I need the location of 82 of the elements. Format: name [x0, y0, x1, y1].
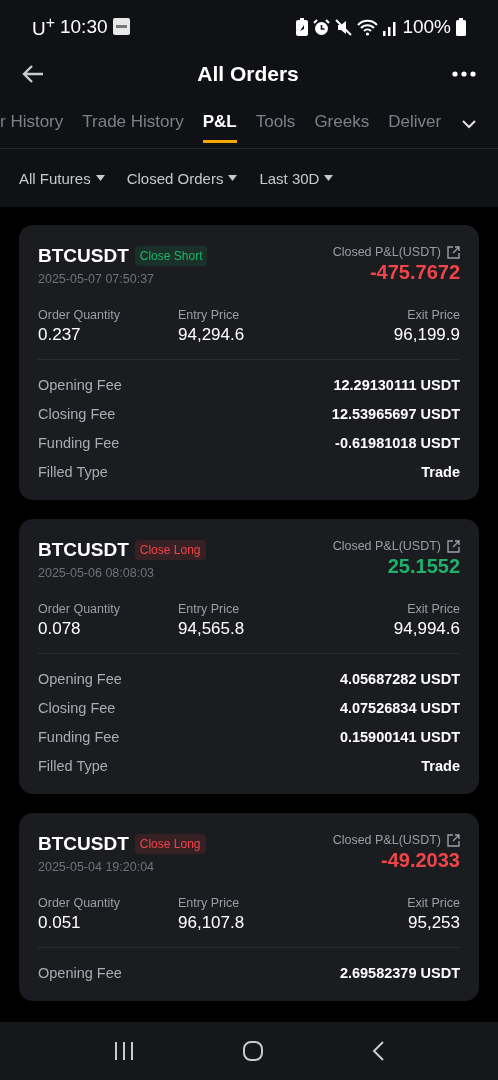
fee-label: Opening Fee: [38, 964, 122, 981]
share-icon[interactable]: [447, 245, 460, 259]
fee-label: Closing Fee: [38, 699, 116, 716]
stat-value: 94,294.6: [178, 325, 245, 345]
pnl-label: Closed P&L(USDT): [332, 245, 441, 259]
fee-label: Funding Fee: [38, 434, 120, 451]
carrier-label: U$^{+}$: [32, 13, 55, 41]
order-time: 2025-05-04 19:20:04: [38, 860, 155, 874]
expand-tabs-button[interactable]: [462, 120, 476, 129]
stat-value: 0.237: [38, 325, 81, 345]
stat-label: Entry Price: [178, 896, 240, 910]
pnl-label: Closed P&L(USDT): [332, 833, 441, 847]
fee-label: Closing Fee: [38, 405, 116, 422]
side-tag: Close Long: [134, 540, 206, 560]
fee-label: Filled Type: [38, 463, 108, 480]
back-nav-button[interactable]: [371, 1041, 384, 1061]
tab[interactable]: P&L: [202, 106, 237, 143]
stat-label: Order Quantity: [38, 308, 120, 322]
fee-label: Filled Type: [38, 757, 108, 774]
filter-dropdown[interactable]: All Futures: [19, 169, 105, 187]
pnl-value: -49.2033: [381, 849, 460, 872]
recent-apps-button[interactable]: [114, 1042, 135, 1060]
fee-value: 4.07526834 USDT: [339, 699, 460, 716]
stat-value: 94,565.8: [178, 619, 245, 639]
stat-value: 94,994.6: [393, 619, 460, 639]
fee-value: 12.29130111 USDT: [333, 376, 460, 393]
battery-saver-icon: [296, 18, 309, 36]
fee-label: Funding Fee: [38, 728, 120, 745]
symbol: BTCUSDT: [38, 833, 129, 855]
fee-value: 0.15900141 USDT: [339, 728, 460, 745]
fee-value: -0.61981018 USDT: [335, 434, 460, 451]
fee-value: 12.53965697 USDT: [331, 405, 460, 422]
battery-icon: [456, 18, 466, 36]
side-tag: Close Short: [134, 246, 208, 266]
stat-label: Order Quantity: [38, 602, 120, 616]
alarm-icon: [313, 18, 331, 36]
stat-label: Entry Price: [178, 602, 240, 616]
tab[interactable]: Trade History: [82, 106, 184, 143]
caret-icon: [95, 175, 105, 181]
side-tag: Close Long: [134, 834, 206, 854]
tab[interactable]: Deliver: [388, 106, 442, 143]
share-icon[interactable]: [447, 833, 460, 847]
stat-value: 0.078: [38, 619, 81, 639]
stat-value: 0.051: [38, 913, 81, 933]
fee-value: 2.69582379 USDT: [339, 964, 460, 981]
symbol: BTCUSDT: [38, 245, 129, 267]
order-time: 2025-05-06 08:08:03: [38, 566, 155, 580]
battery-percentage: 100%: [402, 16, 451, 38]
fee-value: Trade: [421, 757, 460, 774]
home-button[interactable]: [243, 1041, 263, 1061]
stat-label: Entry Price: [178, 308, 240, 322]
tab[interactable]: Tools: [255, 106, 296, 143]
mute-icon: [335, 18, 353, 36]
page-title: All Orders: [197, 62, 299, 86]
more-button[interactable]: [452, 71, 476, 77]
fee-label: Opening Fee: [38, 670, 122, 687]
share-icon[interactable]: [447, 539, 460, 553]
caret-icon: [228, 175, 238, 181]
clock: 10:30: [60, 16, 108, 38]
stat-label: Order Quantity: [38, 896, 120, 910]
fee-value: 4.05687282 USDT: [339, 670, 460, 687]
stat-label: Exit Price: [407, 896, 460, 910]
tab[interactable]: r History: [0, 106, 64, 143]
caret-icon: [324, 175, 334, 181]
filter-dropdown[interactable]: Last 30D: [259, 169, 334, 187]
symbol: BTCUSDT: [38, 539, 129, 561]
back-button[interactable]: [22, 64, 44, 84]
stat-value: 96,107.8: [178, 913, 245, 933]
stat-label: Exit Price: [407, 308, 460, 322]
app-notification-icon: [112, 18, 130, 36]
filter-dropdown[interactable]: Closed Orders: [126, 169, 238, 187]
pnl-value: 25.1552: [387, 555, 460, 578]
stat-value: 96,199.9: [393, 325, 460, 345]
pnl-value: -475.7672: [369, 261, 460, 284]
order-time: 2025-05-07 07:50:37: [38, 272, 155, 286]
wifi-icon: [357, 18, 379, 36]
tab[interactable]: Greeks: [314, 106, 370, 143]
stat-label: Exit Price: [407, 602, 460, 616]
fee-label: Opening Fee: [38, 376, 122, 393]
stat-value: 95,253: [408, 913, 460, 933]
pnl-label: Closed P&L(USDT): [332, 539, 441, 553]
fee-value: Trade: [421, 463, 460, 480]
